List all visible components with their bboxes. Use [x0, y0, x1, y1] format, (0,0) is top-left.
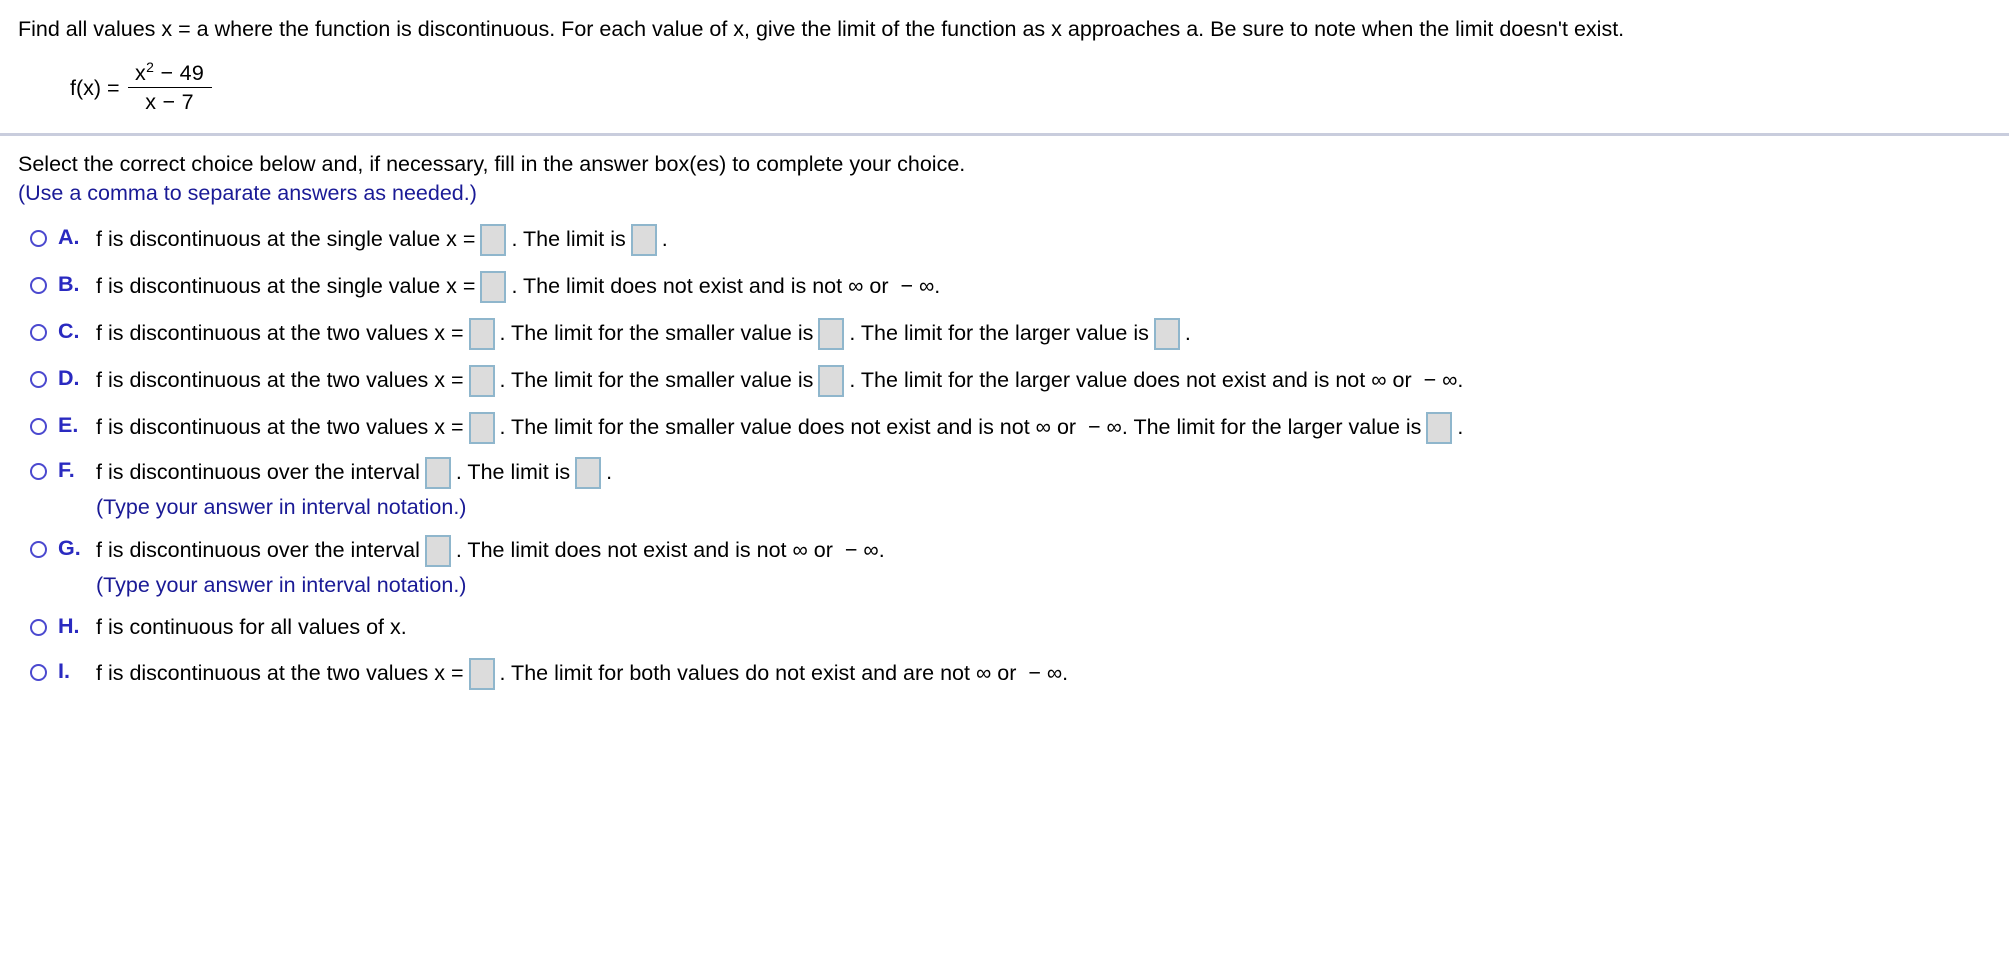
answer-box-i-1[interactable] — [468, 657, 495, 690]
choice-e-segment-3: . — [1457, 414, 1464, 439]
choice-c-segment-3: . The limit for the larger value is — [849, 320, 1149, 345]
choice-option-f[interactable]: F. f is discontinuous over the interval.… — [0, 456, 2009, 522]
choice-g-note: (Type your answer in interval notation.) — [96, 572, 467, 597]
answer-box-e-2[interactable] — [1426, 411, 1453, 444]
choice-f-segment-1: f is discontinuous over the interval — [96, 459, 420, 484]
numerator-base: x — [135, 60, 147, 85]
fraction-numerator: x2 − 49 — [129, 58, 210, 87]
choice-option-a[interactable]: A. f is discontinuous at the single valu… — [0, 223, 2009, 256]
choice-option-e[interactable]: E. f is discontinuous at the two values … — [0, 411, 2009, 444]
formula-expression: f(x) = x2 − 49 x − 7 — [70, 58, 212, 116]
choice-option-h[interactable]: H. f is continuous for all values of x. — [0, 613, 2009, 643]
choice-text-c: f is discontinuous at the two values x =… — [96, 317, 1191, 350]
choice-d-segment-2: . The limit for the smaller value is — [499, 367, 814, 392]
choice-c-segment-1: f is discontinuous at the two values x = — [96, 320, 464, 345]
choice-letter-g: G. — [58, 535, 81, 560]
choice-e-segment-2: . The limit for the smaller value does n… — [499, 414, 1422, 439]
choice-text-d: f is discontinuous at the two values x =… — [96, 364, 1464, 397]
choice-text-b: f is discontinuous at the single value x… — [96, 270, 941, 303]
choice-a-segment-2: . The limit is — [511, 226, 626, 251]
radio-button-c[interactable] — [30, 323, 47, 341]
choice-letter-e: E. — [58, 412, 79, 437]
choice-letter-d: D. — [58, 365, 80, 390]
choice-c-segment-2: . The limit for the smaller value is — [499, 320, 814, 345]
choice-body-h: f is continuous for all values of x. — [96, 613, 407, 643]
radio-button-d[interactable] — [30, 370, 47, 388]
choice-letter-b: B. — [58, 271, 80, 296]
fraction: x2 − 49 x − 7 — [127, 58, 212, 116]
formula-left-hand-side: f(x) = — [70, 75, 120, 100]
choice-g-segment-2: . The limit does not exist and is not ∞ … — [455, 537, 885, 562]
answer-box-g-1[interactable] — [424, 534, 451, 567]
choice-i-segment-1: f is discontinuous at the two values x = — [96, 660, 464, 685]
radio-button-e[interactable] — [30, 417, 47, 435]
instructions-line-1: Select the correct choice below and, if … — [18, 151, 966, 176]
radio-button-h[interactable] — [30, 618, 47, 636]
numerator-exponent: 2 — [146, 58, 155, 75]
choice-body-b: f is discontinuous at the single value x… — [96, 270, 941, 303]
radio-button-f[interactable] — [30, 462, 47, 480]
radio-button-i[interactable] — [30, 663, 47, 681]
choice-option-b[interactable]: B. f is discontinuous at the single valu… — [0, 270, 2009, 303]
choice-i-segment-2: . The limit for both values do not exist… — [499, 660, 1069, 685]
answer-box-d-2[interactable] — [818, 364, 845, 397]
choice-body-a: f is discontinuous at the single value x… — [96, 223, 668, 256]
answer-box-c-2[interactable] — [818, 317, 845, 350]
choice-option-g[interactable]: G. f is discontinuous over the interval.… — [0, 534, 2009, 600]
choice-e-segment-1: f is discontinuous at the two values x = — [96, 414, 464, 439]
answer-box-a-2[interactable] — [630, 223, 657, 256]
radio-button-b[interactable] — [30, 276, 47, 294]
answer-box-c-3[interactable] — [1153, 317, 1180, 350]
choice-option-i[interactable]: I. f is discontinuous at the two values … — [0, 657, 2009, 690]
choice-c-segment-4: . — [1184, 320, 1191, 345]
function-formula: f(x) = x2 − 49 x − 7 — [0, 43, 2009, 121]
choice-f-segment-3: . — [606, 459, 613, 484]
choice-text-i: f is discontinuous at the two values x =… — [96, 657, 1069, 690]
question-prompt: Find all values x = a where the function… — [18, 17, 1625, 41]
instructions-block: Select the correct choice below and, if … — [0, 136, 2009, 208]
fraction-denominator: x − 7 — [145, 90, 194, 115]
instructions-hint: (Use a comma to separate answers as need… — [18, 180, 477, 205]
choice-body-i: f is discontinuous at the two values x =… — [96, 657, 1069, 690]
choice-body-f: f is discontinuous over the interval . Th… — [96, 456, 613, 522]
choice-g-segment-1: f is discontinuous over the interval — [96, 537, 420, 562]
choice-f-note: (Type your answer in interval notation.) — [96, 494, 467, 519]
radio-button-g[interactable] — [30, 540, 47, 558]
choice-body-c: f is discontinuous at the two values x =… — [96, 317, 1191, 350]
choice-text-e: f is discontinuous at the two values x =… — [96, 411, 1464, 444]
answer-box-c-1[interactable] — [468, 317, 495, 350]
answer-box-f-2[interactable] — [575, 456, 602, 489]
choice-f-segment-2: . The limit is — [455, 459, 571, 484]
choice-h-segment-1: f is continuous for all values of x. — [96, 614, 407, 639]
choice-letter-h: H. — [58, 613, 80, 638]
choice-d-segment-3: . The limit for the larger value does no… — [849, 367, 1464, 392]
choice-text-h: f is continuous for all values of x. — [96, 613, 407, 643]
choice-d-segment-1: f is discontinuous at the two values x = — [96, 367, 464, 392]
choice-a-segment-3: . — [661, 226, 668, 251]
choice-text-a: f is discontinuous at the single value x… — [96, 223, 668, 256]
choice-text-g: f is discontinuous over the interval . Th… — [96, 534, 885, 567]
choice-body-g: f is discontinuous over the interval . Th… — [96, 534, 885, 600]
choice-letter-f: F. — [58, 457, 75, 482]
answer-box-d-1[interactable] — [468, 364, 495, 397]
choice-letter-a: A. — [58, 224, 80, 249]
choice-letter-i: I. — [58, 658, 70, 683]
choice-list: A. f is discontinuous at the single valu… — [0, 208, 2009, 690]
answer-box-a-1[interactable] — [480, 223, 507, 256]
choice-body-e: f is discontinuous at the two values x =… — [96, 411, 1464, 444]
answer-box-e-1[interactable] — [468, 411, 495, 444]
choice-option-c[interactable]: C. f is discontinuous at the two values … — [0, 317, 2009, 350]
choice-body-d: f is discontinuous at the two values x =… — [96, 364, 1464, 397]
answer-box-f-1[interactable] — [424, 456, 451, 489]
radio-button-a[interactable] — [30, 229, 47, 247]
numerator-rest: − 49 — [154, 60, 205, 85]
choice-option-d[interactable]: D. f is discontinuous at the two values … — [0, 364, 2009, 397]
choice-letter-c: C. — [58, 318, 80, 343]
choice-text-f: f is discontinuous over the interval . Th… — [96, 456, 613, 489]
choice-a-segment-1: f is discontinuous at the single value x… — [96, 226, 476, 251]
choice-b-segment-1: f is discontinuous at the single value x… — [96, 273, 476, 298]
choice-b-segment-2: . The limit does not exist and is not ∞ … — [511, 273, 941, 298]
answer-box-b-1[interactable] — [480, 270, 507, 303]
